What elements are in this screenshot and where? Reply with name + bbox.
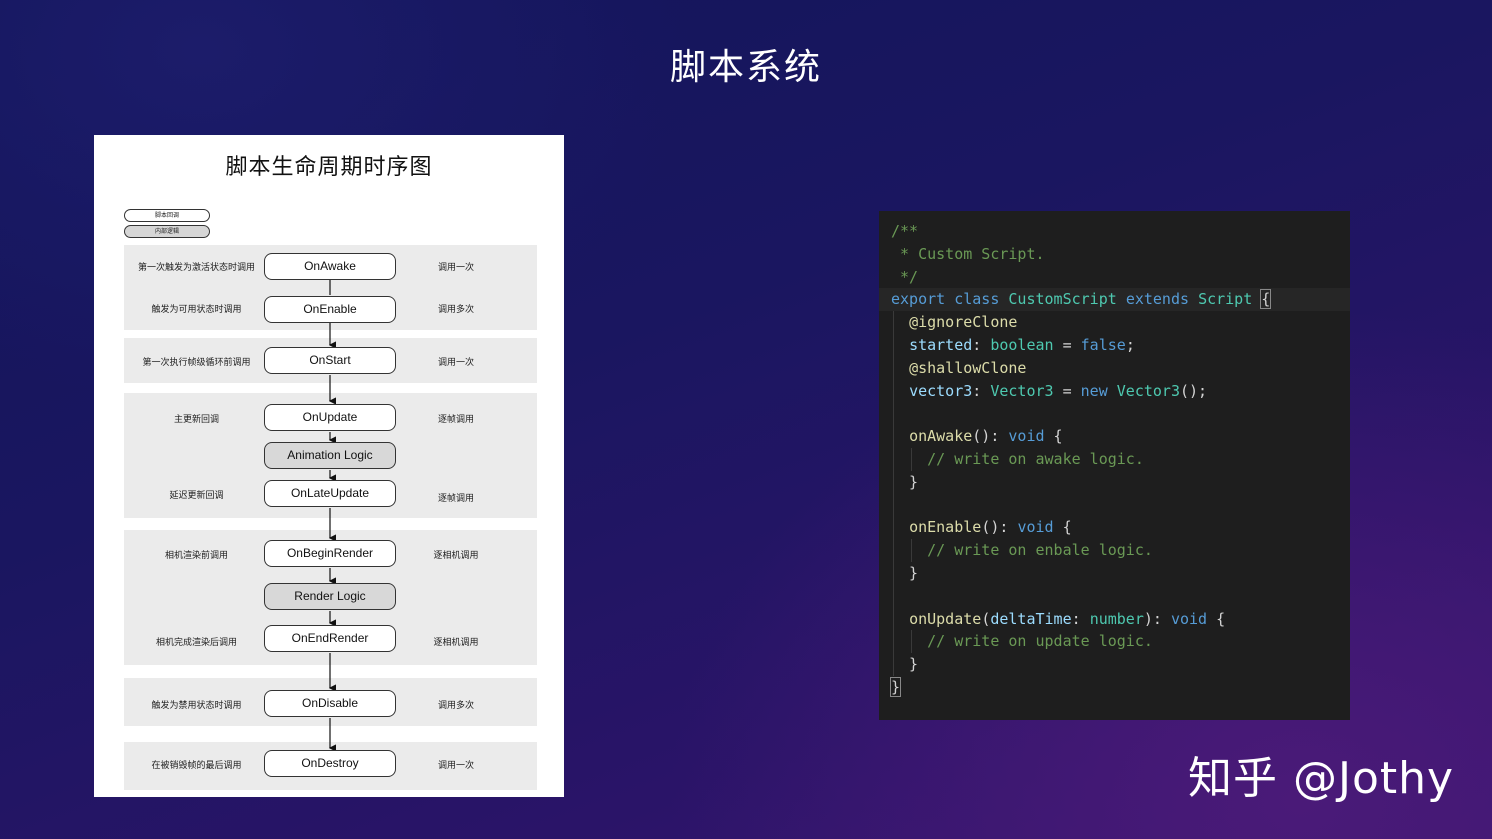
code-line: /** [879,220,1350,243]
code-class-name: CustomScript [1008,290,1116,308]
code-property: started [909,336,972,354]
code-line: started: boolean = false; [879,334,1350,357]
code-type: void [1008,427,1044,445]
right-label-on-begin-render: 逐相机调用 [416,548,496,561]
code-bracket: } [891,678,900,696]
code-comment: // write on awake logic. [927,450,1144,468]
code-line [879,585,1350,608]
code-type: void [1171,610,1207,628]
code-line: */ [879,266,1350,289]
code-line: * Custom Script. [879,243,1350,266]
node-on-begin-render: OnBeginRender [264,540,396,567]
code-line: vector3: Vector3 = new Vector3(); [879,380,1350,403]
code-editor[interactable]: /** * Custom Script. */ export class Cus… [879,211,1350,720]
code-line: } [879,676,1350,699]
left-label-on-enable: 触发为可用状态时调用 [134,302,259,315]
node-on-disable: OnDisable [264,690,396,717]
code-keyword: class [954,290,999,308]
code-bracket: { [1261,290,1270,308]
right-label-on-end-render: 逐相机调用 [416,635,496,648]
watermark: 知乎 @Jothy [1188,742,1454,806]
code-type: Vector3 [990,382,1053,400]
right-label-on-disable: 调用多次 [416,698,496,711]
left-label-on-update: 主更新回调 [134,412,259,425]
right-label-on-enable: 调用多次 [416,302,496,315]
code-type: boolean [990,336,1053,354]
node-on-start: OnStart [264,347,396,374]
left-label-on-awake: 第一次触发为激活状态时调用 [134,260,259,273]
left-label-on-disable: 触发为禁用状态时调用 [134,698,259,711]
code-parameter: deltaTime [990,610,1071,628]
code-line: // write on awake logic. [879,448,1350,471]
code-method-name: onEnable [909,518,981,536]
code-line: // write on enbale logic. [879,539,1350,562]
right-label-on-update: 逐帧调用 [416,412,496,425]
left-label-on-destroy: 在被销毁帧的最后调用 [134,758,259,771]
code-literal: false [1081,336,1126,354]
code-line: onEnable(): void { [879,516,1350,539]
code-line: } [879,562,1350,585]
code-line: @ignoreClone [879,311,1350,334]
left-label-on-late-update: 延迟更新回调 [134,488,259,501]
node-on-destroy: OnDestroy [264,750,396,777]
code-line [879,402,1350,425]
code-keyword: new [1081,382,1108,400]
left-label-on-start: 第一次执行帧级循环前调用 [134,355,259,368]
code-comment: * Custom Script. [891,245,1045,263]
code-type: number [1090,610,1144,628]
code-comment: // write on update logic. [927,632,1153,650]
code-line: @shallowClone [879,357,1350,380]
code-type: void [1017,518,1053,536]
slide-title: 脚本系统 [0,38,1492,90]
node-on-late-update: OnLateUpdate [264,480,396,507]
code-class-name: Vector3 [1117,382,1180,400]
left-label-on-begin-render: 相机渲染前调用 [134,548,259,561]
code-line-class-declaration: export class CustomScript extends Script… [879,288,1350,311]
code-comment: /** [891,222,918,240]
code-keyword: extends [1126,290,1189,308]
code-property: vector3 [909,382,972,400]
left-label-on-end-render: 相机完成渲染后调用 [134,635,259,648]
right-label-on-late-update: 逐帧调用 [416,491,496,504]
code-comment: // write on enbale logic. [927,541,1153,559]
code-class-name: Script [1198,290,1252,308]
code-decorator: @shallowClone [909,359,1026,377]
lifecycle-diagram: 脚本生命周期时序图 脚本回调 内部逻辑 OnAwake OnEnable OnS [94,135,564,797]
code-line: } [879,471,1350,494]
code-keyword: export [891,290,945,308]
right-label-on-destroy: 调用一次 [416,758,496,771]
code-line: onAwake(): void { [879,425,1350,448]
code-method-name: onUpdate [909,610,981,628]
node-on-end-render: OnEndRender [264,625,396,652]
code-line: // write on update logic. [879,630,1350,653]
node-render-logic: Render Logic [264,583,396,610]
code-decorator: @ignoreClone [909,313,1017,331]
right-label-on-awake: 调用一次 [416,260,496,273]
node-on-awake: OnAwake [264,253,396,280]
code-line: onUpdate(deltaTime: number): void { [879,608,1350,631]
code-method-name: onAwake [909,427,972,445]
right-label-on-start: 调用一次 [416,355,496,368]
node-on-update: OnUpdate [264,404,396,431]
node-on-enable: OnEnable [264,296,396,323]
node-animation-logic: Animation Logic [264,442,396,469]
code-comment: */ [891,268,918,286]
code-line [879,494,1350,517]
code-line: } [879,653,1350,676]
